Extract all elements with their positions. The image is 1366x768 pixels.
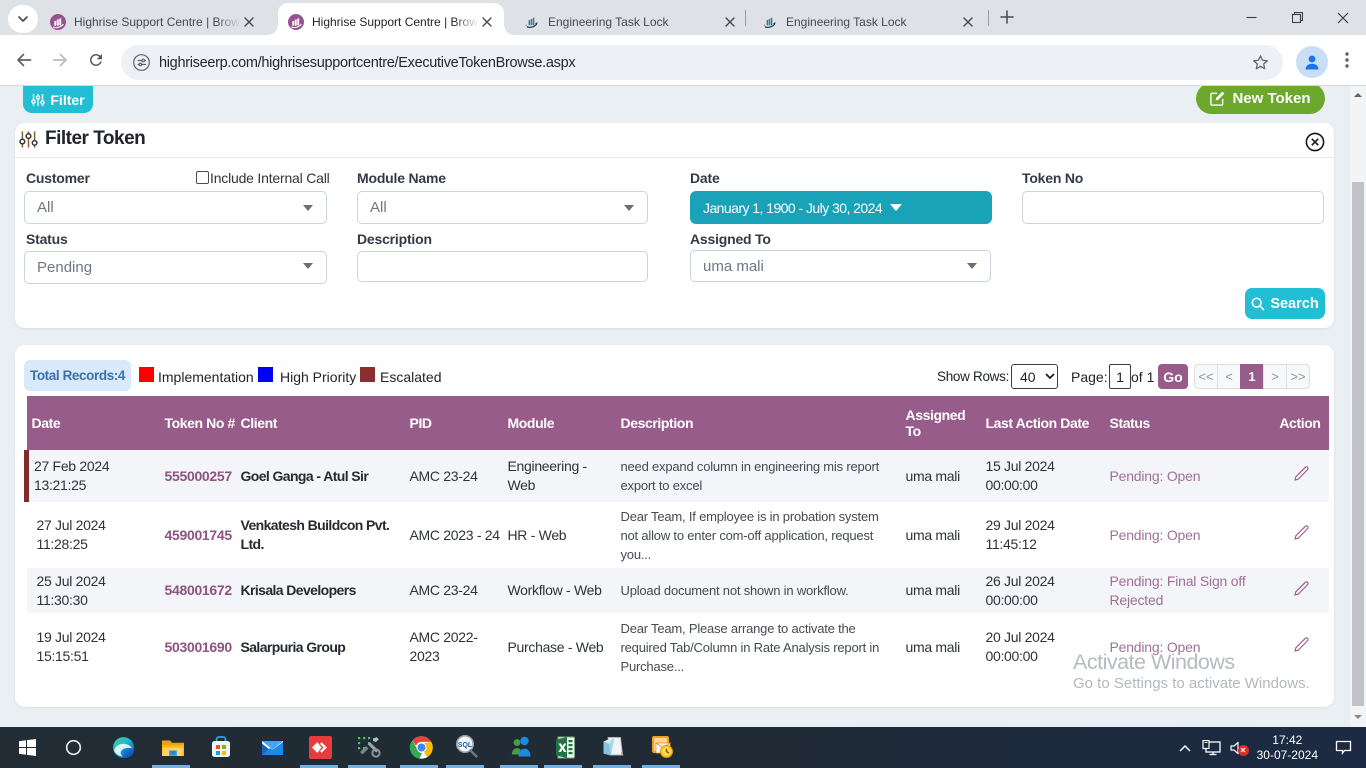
svg-text:SQL: SQL [458, 742, 473, 749]
